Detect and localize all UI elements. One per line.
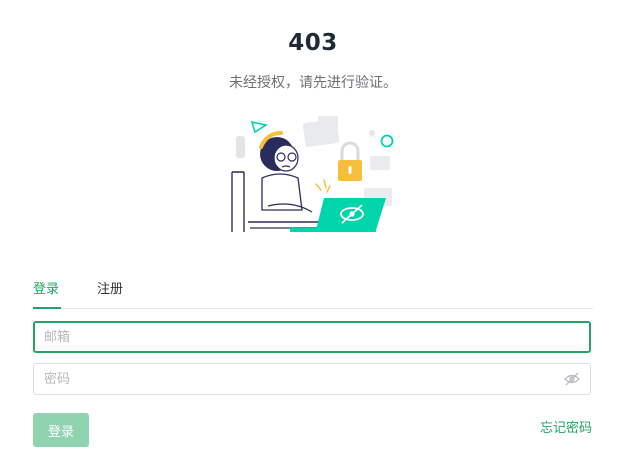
login-button[interactable]: 登录	[33, 413, 89, 447]
pawn-decoration	[236, 136, 245, 158]
eye-card-decoration	[370, 156, 390, 170]
tab-login[interactable]: 登录	[33, 278, 59, 297]
circle-decoration	[380, 134, 394, 148]
key-decoration	[369, 130, 375, 136]
password-field	[33, 363, 591, 395]
eye-off-icon[interactable]	[564, 372, 580, 386]
password-input[interactable]	[44, 364, 554, 394]
auth-tabs: 登录 注册	[33, 270, 593, 309]
active-tab-indicator	[33, 307, 61, 309]
locked-access-illustration	[231, 116, 394, 232]
triangle-decoration	[250, 120, 269, 134]
auth-page: 403 未经授权，请先进行验证。 登录 注册 邮箱 登录 忘记密码	[0, 0, 620, 456]
forgot-password-link[interactable]: 忘记密码	[540, 417, 592, 436]
email-input[interactable]	[44, 322, 554, 352]
email-field	[33, 321, 591, 353]
tab-register[interactable]: 注册	[97, 278, 123, 297]
card-decoration	[318, 116, 338, 129]
error-code: 403	[288, 30, 338, 56]
error-message: 未经授权，请先进行验证。	[229, 75, 397, 91]
